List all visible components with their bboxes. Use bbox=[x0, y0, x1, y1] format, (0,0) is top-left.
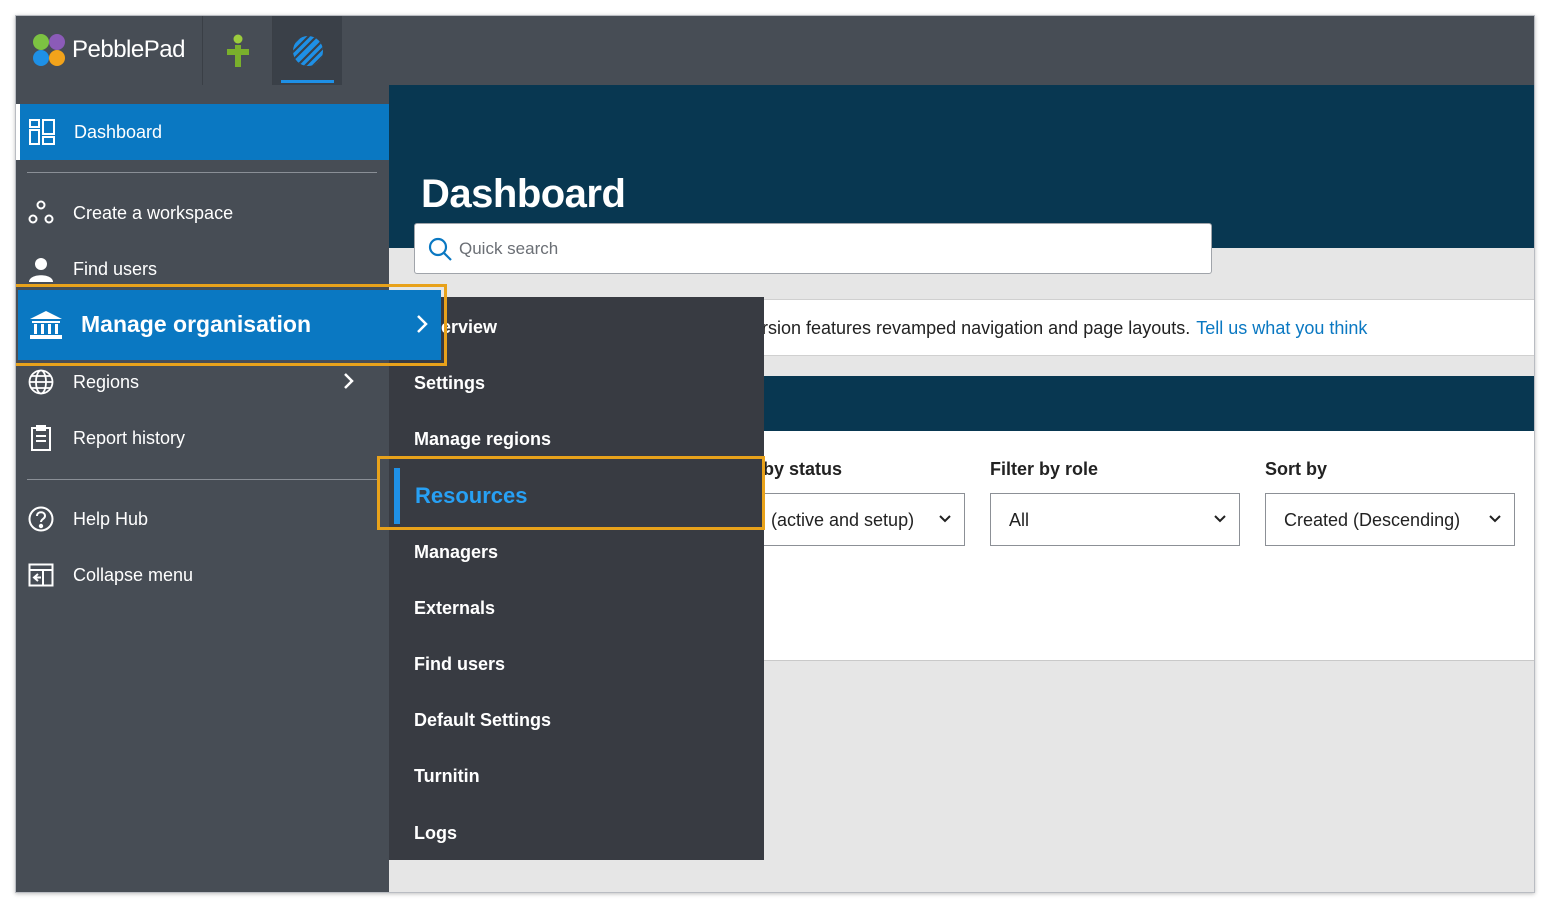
submenu-item-externals[interactable]: Externals bbox=[414, 598, 495, 619]
chevron-down-icon bbox=[1489, 515, 1501, 523]
sidebar-item-create-workspace[interactable]: Create a workspace bbox=[16, 185, 389, 241]
sidebar-item-collapse-menu[interactable]: Collapse menu bbox=[16, 547, 389, 603]
quick-search[interactable] bbox=[414, 223, 1212, 274]
submenu-item-default-settings[interactable]: Default Settings bbox=[414, 710, 551, 731]
filter-role-label: Filter by role bbox=[990, 459, 1099, 479]
chevron-right-icon bbox=[344, 373, 354, 389]
active-tab-indicator bbox=[281, 80, 334, 83]
resources-highlight-box bbox=[377, 456, 765, 530]
institution-icon bbox=[30, 311, 62, 339]
status-select[interactable]: (active and setup) bbox=[756, 493, 965, 546]
sidebar-item-label: Manage organisation bbox=[81, 311, 312, 337]
sidebar-divider bbox=[27, 172, 377, 173]
user-icon bbox=[27, 255, 55, 283]
globe-icon bbox=[27, 368, 55, 396]
brand-name: PebblePad bbox=[72, 36, 185, 63]
sidebar-item-label: Help Hub bbox=[73, 508, 149, 529]
submenu-item-manage-regions[interactable]: Manage regions bbox=[414, 429, 551, 450]
page-title: Dashboard bbox=[421, 172, 626, 216]
submenu-item-overview[interactable]: erview bbox=[441, 317, 497, 338]
banner-message: rsion features revamped navigation and p… bbox=[762, 318, 1367, 339]
striped-globe-icon bbox=[292, 35, 323, 66]
submenu-item-managers[interactable]: Managers bbox=[414, 542, 498, 563]
sidebar-item-help-hub[interactable]: Help Hub bbox=[16, 491, 389, 547]
sort-select[interactable]: Created (Descending) bbox=[1265, 493, 1515, 546]
collapse-icon bbox=[27, 561, 55, 589]
sidebar-item-label: Collapse menu bbox=[73, 564, 194, 585]
chevron-down-icon bbox=[1214, 515, 1226, 523]
manage-organisation-submenu: erview Settings Manage regions Resources… bbox=[389, 297, 764, 860]
sidebar-item-label: Find users bbox=[73, 258, 158, 279]
sidebar-item-label: Dashboard bbox=[74, 121, 163, 142]
atlas-app-tab[interactable] bbox=[202, 16, 272, 85]
chevron-down-icon bbox=[939, 515, 951, 523]
sidebar-item-manage-organisation[interactable]: Manage organisation bbox=[18, 290, 441, 360]
top-bar: PebblePad bbox=[16, 16, 1534, 85]
sort-select-value: Created (Descending) bbox=[1284, 510, 1461, 530]
submenu-item-turnitin[interactable]: Turnitin bbox=[414, 766, 480, 787]
app-window: PebblePad Dashboard Create a workspace F… bbox=[15, 15, 1535, 893]
submenu-item-settings[interactable]: Settings bbox=[414, 373, 485, 394]
sidebar-item-label: Report history bbox=[73, 427, 186, 448]
pebblepad-logo-icon bbox=[33, 34, 65, 66]
filter-status-label: by status bbox=[763, 459, 843, 479]
dashboard-icon bbox=[28, 118, 56, 146]
role-select[interactable]: All bbox=[990, 493, 1240, 546]
sidebar-divider bbox=[27, 479, 377, 480]
search-icon bbox=[428, 237, 452, 261]
pebblepad-logo[interactable]: PebblePad bbox=[32, 32, 185, 68]
sidebar-item-label: Create a workspace bbox=[73, 202, 234, 223]
chevron-right-icon bbox=[417, 315, 428, 333]
active-app-tab[interactable] bbox=[272, 16, 342, 85]
status-select-value: (active and setup) bbox=[771, 510, 915, 530]
feedback-link[interactable]: Tell us what you think bbox=[1196, 318, 1367, 338]
sort-by-label: Sort by bbox=[1265, 459, 1328, 479]
search-input[interactable] bbox=[459, 234, 1179, 264]
clipboard-icon bbox=[27, 424, 55, 452]
sidebar-item-dashboard[interactable]: Dashboard bbox=[16, 104, 389, 160]
sidebar: Dashboard Create a workspace Find users bbox=[16, 85, 389, 892]
submenu-item-logs[interactable]: Logs bbox=[414, 823, 457, 844]
sidebar-item-label: Regions bbox=[73, 371, 140, 392]
role-select-value: All bbox=[1009, 510, 1030, 530]
workspace-icon bbox=[27, 199, 55, 227]
submenu-item-find-users[interactable]: Find users bbox=[414, 654, 505, 675]
banner-text: rsion features revamped navigation and p… bbox=[762, 318, 1191, 338]
help-icon bbox=[27, 505, 55, 533]
manage-organisation-highlight-box: Manage organisation bbox=[16, 284, 447, 366]
sidebar-item-report-history[interactable]: Report history bbox=[16, 410, 389, 466]
person-plus-icon bbox=[226, 34, 249, 67]
